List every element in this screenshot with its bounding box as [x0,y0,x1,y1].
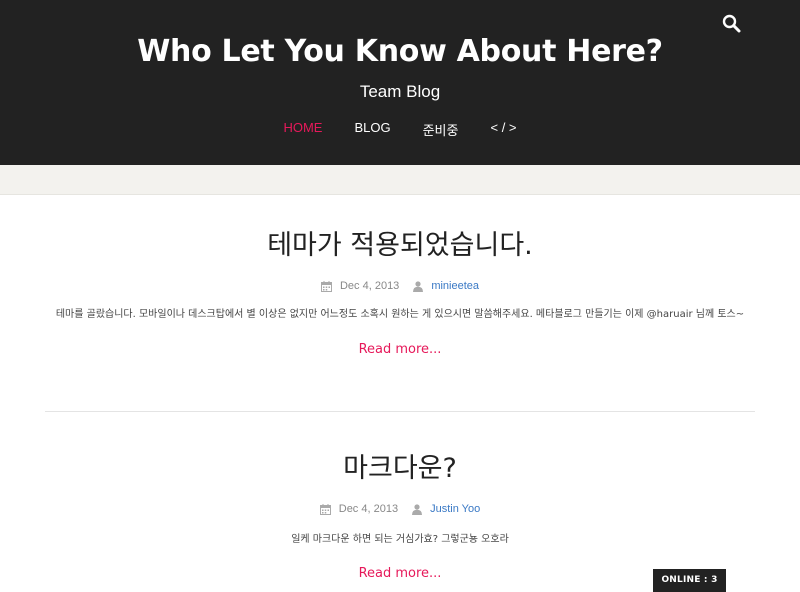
post-title[interactable]: 테마가 적용되었습니다. [45,226,755,266]
post-author[interactable]: minieetea [431,280,479,292]
main-nav: HOME BLOG 준비중 < / > [0,120,800,140]
site-subtitle: Team Blog [359,82,441,101]
online-count-badge: ONLINE : 3 [653,569,726,592]
post-item: 마크다운? Dec 4, 2013 Justin Yoo 일케 마크다운 하면 … [45,449,755,581]
user-icon [412,503,423,515]
post-item: 테마가 적용되었습니다. Dec 4, 2013 minieetea 테마를 골… [45,226,755,357]
calendar-icon [320,280,332,292]
calendar-icon [319,503,331,515]
post-meta: Dec 4, 2013 minieetea [45,278,755,294]
nav-item-home[interactable]: HOME [283,120,322,140]
site-header: Who Let You Know About Here? Team Blog H… [0,0,800,165]
read-more-link[interactable]: Read more... [359,566,442,581]
post-excerpt: 테마를 골랐습니다. 모바일이나 데스크탑에서 별 이상은 없지만 어느정도 소… [55,309,745,320]
user-icon [413,280,424,292]
post-date: Dec 4, 2013 [339,280,400,292]
read-more-link[interactable]: Read more... [359,342,442,357]
post-meta: Dec 4, 2013 Justin Yoo [45,501,755,517]
nav-item-blog[interactable]: BLOG [354,120,390,140]
post-date: Dec 4, 2013 [338,503,399,515]
header-band [0,165,800,195]
site-title[interactable]: Who Let You Know About Here? [0,34,800,69]
post-title[interactable]: 마크다운? [45,449,755,489]
post-author[interactable]: Justin Yoo [430,503,480,515]
nav-item-coming-soon[interactable]: 준비중 [423,120,459,140]
nav-item-code[interactable]: < / > [490,120,516,140]
post-excerpt: 일케 마크다운 하면 되는 거심가효? 그렇군뇽 오호라 [291,534,509,545]
post-divider [45,411,755,412]
